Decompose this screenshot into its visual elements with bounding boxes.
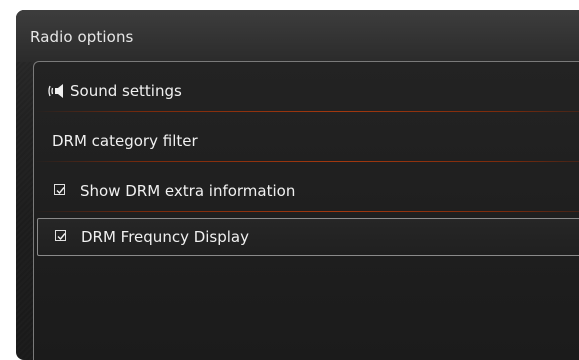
menu-item-label: DRM category filter <box>52 132 198 150</box>
menu-item-label: DRM Frequncy Display <box>81 228 250 246</box>
divider <box>34 111 579 112</box>
menu-item-show-drm-extra-info[interactable]: Show DRM extra information <box>34 168 579 212</box>
divider <box>34 161 579 162</box>
title-bar: Radio options <box>16 10 579 62</box>
page-title: Radio options <box>30 28 134 46</box>
divider <box>34 211 579 212</box>
menu-item-drm-category-filter[interactable]: DRM category filter <box>34 118 579 162</box>
checkbox-checked-icon[interactable] <box>54 184 65 195</box>
menu-item-label: Sound settings <box>70 82 182 100</box>
radio-options-screen: Radio options Sound settings DRM categor… <box>16 10 579 360</box>
options-menu: Sound settings DRM category filter Show … <box>33 61 579 360</box>
menu-item-drm-frequency-display[interactable]: DRM Frequncy Display <box>37 218 579 256</box>
menu-item-label: Show DRM extra information <box>80 182 296 200</box>
checkbox-checked-icon[interactable] <box>55 230 66 241</box>
menu-item-sound-settings[interactable]: Sound settings <box>34 68 579 112</box>
speaker-icon <box>48 83 66 99</box>
